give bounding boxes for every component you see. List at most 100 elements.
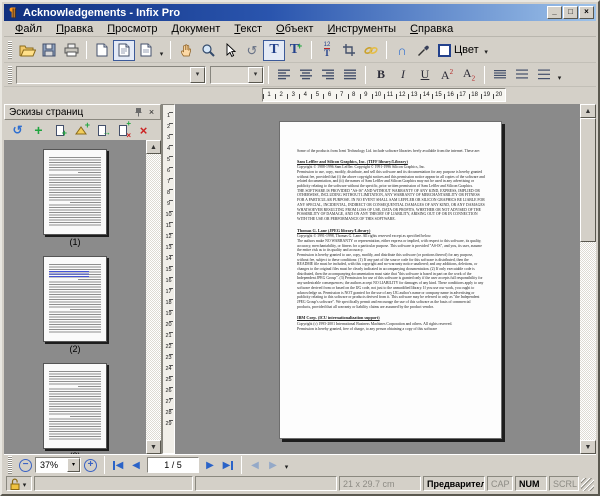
hand-tool-button[interactable] xyxy=(175,40,197,61)
thumbnails-scroll-track[interactable] xyxy=(146,154,161,440)
bold-button[interactable]: B xyxy=(370,64,392,85)
license-section: IBM Corp. (ICU internationalization supp… xyxy=(297,315,485,331)
crop-tool-button[interactable] xyxy=(338,40,360,61)
lock-button[interactable]: ▾ xyxy=(6,476,32,491)
replace-pages-icon[interactable]: +× xyxy=(115,123,130,138)
import-pages-icon[interactable]: + xyxy=(73,123,88,138)
rotate-page-icon[interactable]: ↺ xyxy=(10,123,25,138)
eyedropper-tool-button[interactable] xyxy=(413,40,435,61)
menu-item-document[interactable]: Документ xyxy=(164,22,227,36)
save-button[interactable] xyxy=(38,40,60,61)
zoom-tool-button[interactable] xyxy=(197,40,219,61)
next-page-button[interactable]: ▶ xyxy=(201,457,219,474)
line-spacing-dropdown[interactable]: ▾ xyxy=(555,74,564,86)
scroll-up-icon[interactable]: ▲ xyxy=(580,104,596,118)
minimize-button[interactable]: _ xyxy=(547,6,562,19)
license-section: Sam Leffler and Silicon Graphics, Inc. (… xyxy=(297,159,485,222)
view-single-page-button[interactable] xyxy=(91,40,113,61)
line-spacing-tight-button[interactable] xyxy=(489,64,511,85)
menu-item-tools[interactable]: Инструменты xyxy=(320,22,403,36)
document-canvas[interactable]: Some of the products from Iceni Technolo… xyxy=(175,104,580,454)
add-text-tool-button[interactable]: T+ xyxy=(285,40,307,61)
toolbar-grip[interactable] xyxy=(8,66,12,84)
page-indicator[interactable]: 1 / 5 xyxy=(147,457,199,473)
document-page[interactable]: Some of the products from Iceni Technolo… xyxy=(279,121,502,439)
menu-item-help[interactable]: Справка xyxy=(403,22,460,36)
menu-item-edit[interactable]: Правка xyxy=(49,22,100,36)
color-dropdown[interactable]: ▾ xyxy=(482,48,491,60)
thumbnails-panel: Эскизы страниц × ↺ + + + → +× × xyxy=(4,104,162,454)
text-size-tool-button[interactable]: 12T xyxy=(316,40,338,61)
chevron-down-icon[interactable]: ▾ xyxy=(67,458,80,472)
print-button[interactable] xyxy=(60,40,82,61)
subscript-button[interactable]: A2 xyxy=(458,64,480,85)
page-thumbnail[interactable]: (1) xyxy=(43,149,107,247)
resize-grip[interactable] xyxy=(581,478,594,491)
menu-item-object[interactable]: Объект xyxy=(269,22,320,36)
export-pages-icon[interactable]: → xyxy=(94,123,109,138)
license-heading: Sam Leffler and Silicon Graphics, Inc. (… xyxy=(297,159,485,164)
color-picker-button[interactable]: Цвет ▾ xyxy=(435,40,494,61)
maximize-button[interactable]: □ xyxy=(563,6,578,19)
insert-page-icon[interactable]: + xyxy=(31,123,46,138)
page-thumbnail[interactable]: (2) xyxy=(43,256,107,354)
last-page-icon: ▶ xyxy=(223,460,231,471)
line-spacing-wide-button[interactable] xyxy=(533,64,555,85)
toolbar-grip[interactable] xyxy=(8,41,12,59)
delete-pages-icon[interactable]: × xyxy=(136,123,151,138)
previous-page-button[interactable]: ◀ xyxy=(127,457,145,474)
open-button[interactable] xyxy=(16,40,38,61)
line-spacing-medium-button[interactable] xyxy=(511,64,533,85)
first-page-button[interactable]: ◀ xyxy=(109,457,127,474)
panel-close-icon[interactable]: × xyxy=(145,106,158,118)
scroll-down-icon[interactable]: ▼ xyxy=(146,440,161,454)
scroll-down-icon[interactable]: ▼ xyxy=(580,440,596,454)
menu-item-file[interactable]: Файл xyxy=(8,22,49,36)
lock-dropdown[interactable]: ▾ xyxy=(21,481,28,490)
status-message-field xyxy=(34,476,193,491)
document-scroll-track[interactable] xyxy=(580,242,596,440)
thumbnail-label: (2) xyxy=(43,344,107,354)
chevron-down-icon[interactable]: ▾ xyxy=(248,67,263,83)
path-tool-button[interactable]: ∩ xyxy=(391,40,413,61)
font-name-combo[interactable]: ▾ xyxy=(16,66,206,84)
first-page-icon: ◀ xyxy=(116,460,124,471)
font-size-combo[interactable]: ▾ xyxy=(210,66,264,84)
history-forward-button[interactable]: ▶ xyxy=(264,457,282,474)
page-thumbnail[interactable]: (3) xyxy=(43,363,107,454)
align-right-button[interactable] xyxy=(317,64,339,85)
toolbar-grip[interactable] xyxy=(8,456,12,474)
pin-icon[interactable] xyxy=(132,106,145,118)
zoom-in-button[interactable]: + xyxy=(84,459,97,472)
view-fit-width-button[interactable] xyxy=(135,40,157,61)
scroll-up-icon[interactable]: ▲ xyxy=(146,140,161,154)
ruler-mark: 25 xyxy=(163,376,174,387)
ruler-number: 8 xyxy=(348,89,360,101)
text-tool-button[interactable]: T xyxy=(263,40,285,61)
scrollbar-thumb[interactable] xyxy=(580,118,596,242)
align-center-button[interactable] xyxy=(295,64,317,85)
view-fit-page-button[interactable] xyxy=(113,40,135,61)
superscript-button[interactable]: A2 xyxy=(436,64,458,85)
last-page-button[interactable]: ▶ xyxy=(219,457,237,474)
chevron-down-icon[interactable]: ▾ xyxy=(190,67,205,83)
title-bar[interactable]: ¶ Acknowledgements - Infix Pro _ □ × xyxy=(4,4,596,21)
italic-button[interactable]: I xyxy=(392,64,414,85)
nav-options-dropdown[interactable]: ▾ xyxy=(282,463,291,475)
rotate-tool-button[interactable]: ↺ xyxy=(241,40,263,61)
zoom-level-combo[interactable]: 37% ▾ xyxy=(35,457,81,473)
menu-item-view[interactable]: Просмотр xyxy=(100,22,164,36)
history-back-button[interactable]: ◀ xyxy=(246,457,264,474)
align-left-button[interactable] xyxy=(273,64,295,85)
zoom-out-button[interactable]: − xyxy=(19,459,32,472)
link-tool-button[interactable] xyxy=(360,40,382,61)
underline-button[interactable]: U xyxy=(414,64,436,85)
close-button[interactable]: × xyxy=(579,6,594,19)
view-options-dropdown[interactable]: ▾ xyxy=(157,50,166,62)
select-tool-button[interactable] xyxy=(219,40,241,61)
duplicate-page-icon[interactable]: + xyxy=(52,123,67,138)
menu-item-text[interactable]: Текст xyxy=(227,22,269,36)
align-justify-button[interactable] xyxy=(339,64,361,85)
align-center-icon xyxy=(300,69,313,80)
infix-window: ¶ Acknowledgements - Infix Pro _ □ × Фай… xyxy=(0,0,600,496)
